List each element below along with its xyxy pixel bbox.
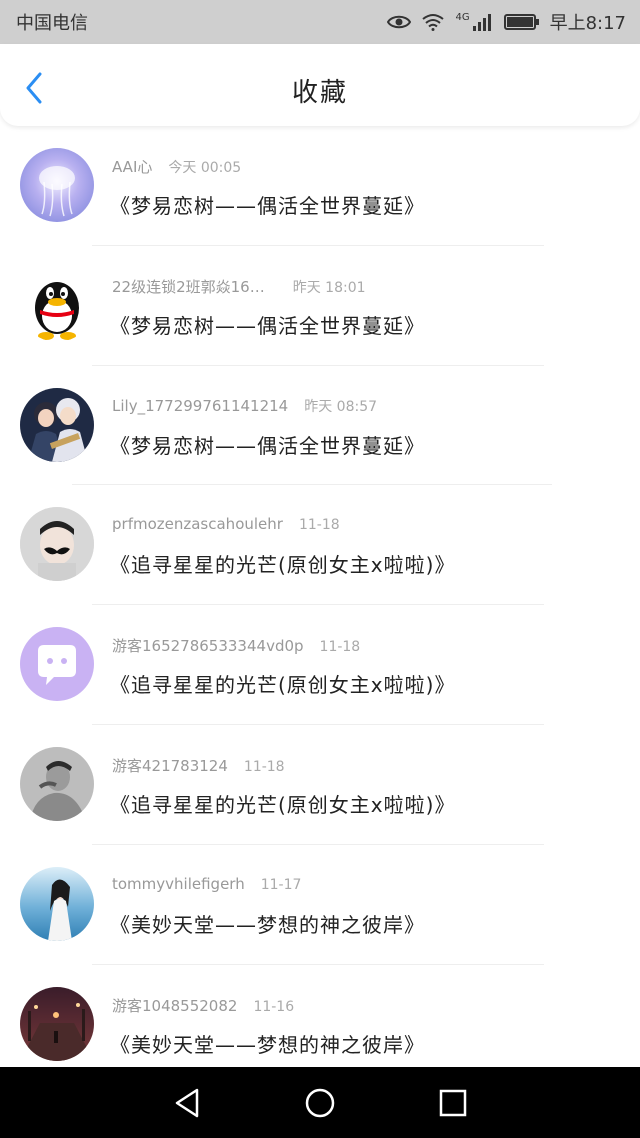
item-meta: Lily_177299761141214 昨天 08:57: [112, 396, 377, 416]
timestamp: 11-16: [253, 998, 295, 1015]
girl-beach-avatar[interactable]: [20, 866, 94, 941]
item-meta: AAI心 今天 00:05: [112, 156, 241, 177]
item-meta: 游客1652786533344vd0p 11-18: [112, 635, 360, 656]
status-bar: 中国电信 4G 早上8:17: [0, 0, 640, 44]
triangle-back-icon: [175, 1088, 198, 1117]
network-label: 4G: [455, 11, 470, 23]
signal-icon: [472, 14, 491, 31]
story-title: 《追寻星星的光芒(原创女主x啦啦)》: [110, 792, 456, 817]
username: 游客1652786533344vd0p: [112, 637, 304, 656]
list-item[interactable]: prfmozenzascahoulehr 11-18 《追寻星星的光芒(原创女主x…: [0, 485, 640, 606]
item-meta: prfmozenzascahoulehr 11-18: [112, 515, 340, 533]
list-item[interactable]: 游客421783124 11-18 《追寻星星的光芒(原创女主x啦啦)》: [0, 725, 640, 845]
list-item[interactable]: 游客1048552082 11-16 《美妙天堂——梦想的神之彼岸》: [0, 965, 640, 1067]
story-title: 《梦易恋树——偶活全世界蔓延》: [110, 194, 425, 218]
story-title: 《追寻星星的光芒(原创女主x啦啦)》: [110, 673, 456, 698]
username: 游客1048552082: [112, 996, 238, 1015]
timestamp: 11-17: [260, 876, 302, 893]
carrier-label: 中国电信: [16, 13, 88, 34]
square-recent-icon: [440, 1089, 467, 1116]
username: 游客421783124: [112, 756, 228, 775]
timestamp: 昨天 18:01: [292, 279, 366, 296]
timestamp: 11-18: [319, 639, 361, 656]
list-item[interactable]: 游客1652786533344vd0p 11-18 《追寻星星的光芒(原创女主x啦…: [0, 605, 640, 725]
item-meta: 22级连锁2班郭焱16… 昨天 18:01: [112, 276, 366, 297]
chat-bubble-avatar[interactable]: [20, 627, 94, 702]
clock: 早上8:17: [549, 13, 626, 34]
story-title: 《追寻星星的光芒(原创女主x啦啦)》: [110, 553, 456, 578]
qq-penguin-avatar[interactable]: [20, 267, 94, 342]
status-icons: 4G 早上8:17: [387, 9, 626, 35]
list-item[interactable]: Lily_177299761141214 昨天 08:57 《梦易恋树——偶活全世…: [0, 366, 640, 486]
timestamp: 昨天 08:57: [304, 398, 378, 415]
timestamp: 今天 00:05: [168, 160, 242, 176]
item-meta: 游客421783124 11-18: [112, 755, 285, 776]
anime-avatar[interactable]: [20, 387, 94, 462]
timestamp: 11-18: [298, 517, 340, 534]
username: 22级连锁2班郭焱16…: [112, 277, 265, 296]
system-recent-button[interactable]: [433, 1083, 473, 1123]
page-title: 收藏: [291, 78, 348, 108]
circle-home-icon: [305, 1088, 335, 1117]
item-meta: 游客1048552082 11-16: [112, 995, 294, 1016]
eye-icon: [387, 15, 412, 29]
battery-icon: [503, 14, 539, 30]
story-title: 《美妙天堂——梦想的神之彼岸》: [110, 912, 425, 937]
favorites-list: AAI心 今天 00:05 《梦易恋树——偶活全世界蔓延》 22级连锁2班郭焱16…: [0, 126, 640, 1067]
username: Lily_177299761141214: [112, 396, 289, 415]
username: prfmozenzascahoulehr: [112, 515, 283, 534]
system-nav-bar: [0, 1067, 640, 1138]
item-meta: tommyvhilefigerh 11-17: [112, 875, 301, 893]
story-title: 《美妙天堂——梦想的神之彼岸》: [110, 1032, 425, 1057]
list-item[interactable]: 22级连锁2班郭焱16… 昨天 18:01 《梦易恋树——偶活全世界蔓延》: [0, 246, 640, 366]
story-title: 《梦易恋树——偶活全世界蔓延》: [110, 433, 425, 458]
timestamp: 11-18: [243, 758, 285, 775]
story-title: 《梦易恋树——偶活全世界蔓延》: [110, 313, 425, 338]
system-home-button[interactable]: [300, 1083, 340, 1123]
header: 收藏: [0, 44, 640, 126]
man-photo-avatar[interactable]: [20, 746, 94, 821]
username: tommyvhilefigerh: [112, 874, 245, 893]
username: AAI心: [112, 158, 153, 176]
list-item[interactable]: AAI心 今天 00:05 《梦易恋树——偶活全世界蔓延》: [0, 126, 640, 246]
mustache-avatar[interactable]: [20, 507, 94, 582]
night-street-avatar[interactable]: [20, 986, 94, 1061]
list-item[interactable]: tommyvhilefigerh 11-17 《美妙天堂——梦想的神之彼岸》: [0, 845, 640, 965]
jellyfish-avatar[interactable]: [20, 148, 94, 222]
wifi-icon: [422, 14, 445, 31]
system-back-button[interactable]: [167, 1083, 207, 1123]
